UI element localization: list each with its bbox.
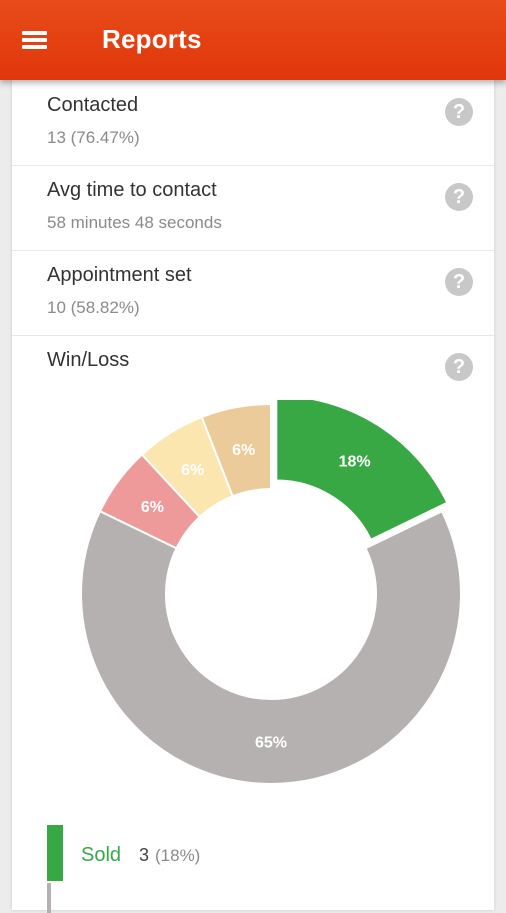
menu-line: [22, 31, 47, 35]
report-card: Contacted 13 (76.47%) ? Avg time to cont…: [12, 80, 494, 913]
menu-line: [22, 38, 47, 42]
donut-chart: 18% 65% 6% 6% 6%: [80, 394, 462, 785]
metric-value: 58 minutes 48 seconds: [47, 213, 222, 232]
help-icon[interactable]: ?: [445, 268, 473, 296]
legend-percent-sold: (18%): [155, 846, 201, 865]
legend-label-sold: Sold: [81, 844, 122, 866]
metric-title: Contacted: [47, 94, 139, 116]
legend-swatch-other: [47, 883, 51, 913]
legend-count-sold: 3: [139, 845, 150, 865]
win-loss-chart: 18% 65% 6% 6% 6%: [12, 394, 494, 800]
metric-value: 10 (58.82%): [47, 298, 140, 317]
metric-title: Avg time to contact: [47, 179, 217, 201]
metric-row-avg-time: Avg time to contact 58 minutes 48 second…: [12, 165, 494, 251]
slice-label: 65%: [255, 735, 287, 752]
slice-label: 6%: [181, 462, 204, 479]
metric-row-contacted: Contacted 13 (76.47%) ?: [12, 80, 494, 166]
slice-label: 6%: [141, 499, 164, 516]
metric-title: Win/Loss: [47, 349, 130, 371]
metric-title: Appointment set: [47, 264, 192, 286]
page-title: Reports: [102, 24, 202, 54]
metric-row-appointment: Appointment set 10 (58.82%) ?: [12, 250, 494, 336]
slice-label: 6%: [232, 442, 255, 459]
app-bar: Reports: [0, 0, 506, 80]
help-icon[interactable]: ?: [445, 353, 473, 381]
menu-line: [22, 45, 47, 49]
metric-value: 13 (76.47%): [47, 128, 140, 147]
slice-label: 18%: [339, 454, 371, 471]
legend-swatch-sold: [47, 825, 63, 881]
help-icon[interactable]: ?: [445, 183, 473, 211]
hamburger-menu-icon[interactable]: [14, 22, 54, 58]
help-icon[interactable]: ?: [445, 98, 473, 126]
